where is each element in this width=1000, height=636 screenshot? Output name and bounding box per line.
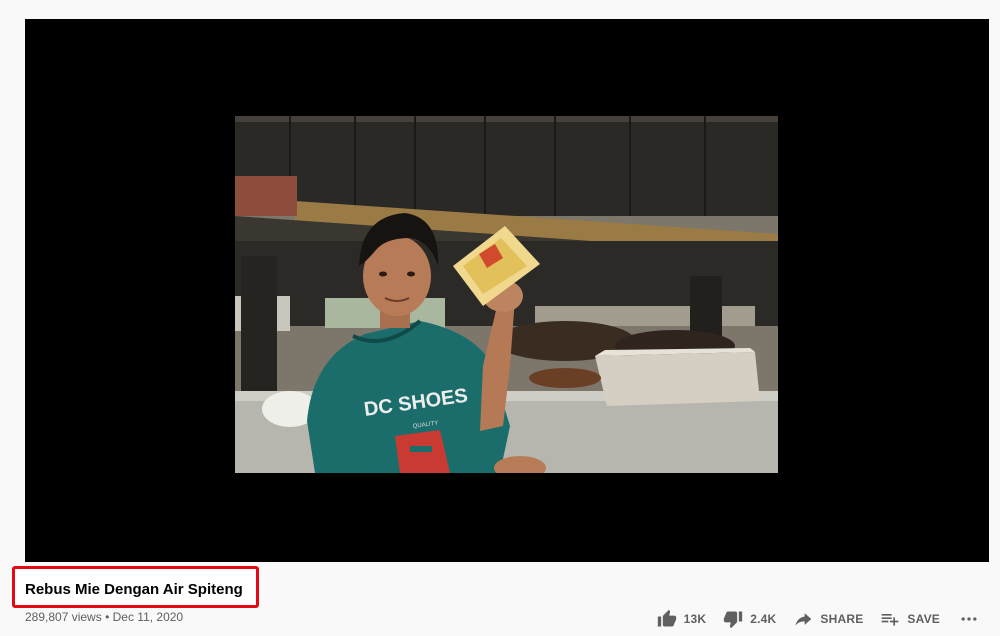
video-thumbnail: DC SHOES QUALITY [235, 116, 778, 473]
thumbs-up-icon [656, 608, 678, 630]
video-meta: 289,807 views • Dec 11, 2020 [25, 609, 183, 625]
more-actions-button[interactable] [958, 608, 980, 630]
playlist-add-icon [879, 608, 901, 630]
save-button[interactable]: SAVE [879, 608, 940, 630]
view-count: 289,807 views [25, 610, 102, 624]
save-label: SAVE [907, 612, 940, 626]
thumbs-down-icon [722, 608, 744, 630]
share-label: SHARE [820, 612, 864, 626]
like-button[interactable]: 13K [656, 608, 707, 630]
meta-separator: • [105, 610, 110, 624]
like-count: 13K [683, 612, 707, 626]
video-title: Rebus Mie Dengan Air Spiteng [25, 581, 243, 598]
share-arrow-icon [792, 608, 814, 630]
publish-date: Dec 11, 2020 [112, 610, 184, 624]
video-frame[interactable]: DC SHOES QUALITY [235, 116, 778, 473]
dislike-count: 2.4K [750, 612, 777, 626]
video-actions: 13K 2.4K SHARE SAVE [640, 608, 980, 630]
dislike-button[interactable]: 2.4K [722, 608, 776, 630]
share-button[interactable]: SHARE [792, 608, 863, 630]
more-horizontal-icon [958, 608, 980, 630]
video-player[interactable]: DC SHOES QUALITY [25, 19, 989, 562]
